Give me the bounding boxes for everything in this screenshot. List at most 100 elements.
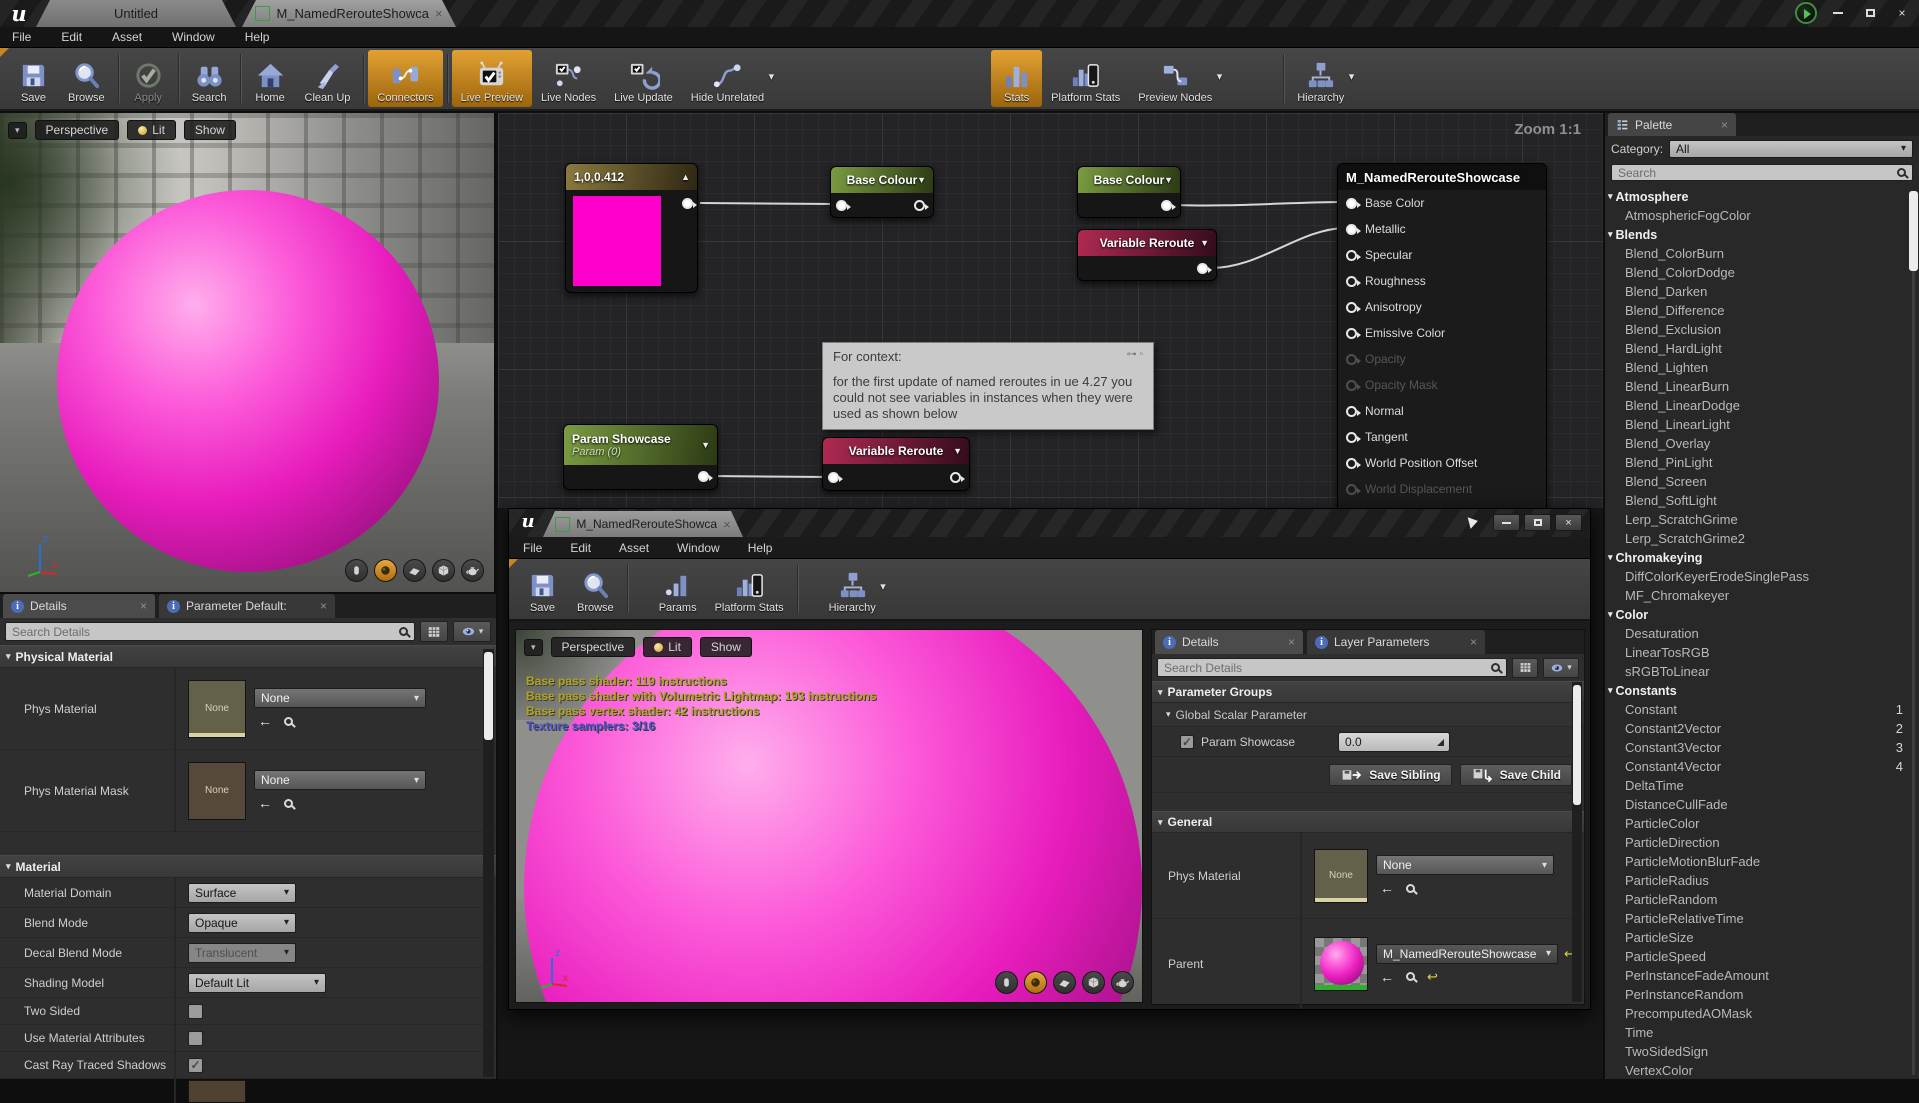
- menu-item[interactable]: Edit: [61, 30, 82, 44]
- input-pin[interactable]: [1346, 250, 1357, 261]
- search-button[interactable]: Search: [183, 50, 236, 107]
- platform-stats-button[interactable]: Platform Stats: [706, 561, 793, 617]
- palette-item[interactable]: Atmosphere: [1605, 187, 1919, 206]
- material-input-pin-row[interactable]: World Displacement: [1338, 476, 1546, 502]
- material-result-node[interactable]: M_NamedRerouteShowcase Base Color Metall…: [1337, 163, 1547, 513]
- shading-model-dropdown[interactable]: Default Lit▾: [188, 973, 326, 993]
- palette-item[interactable]: AtmosphericFogColor: [1605, 206, 1919, 225]
- chevron-down-icon[interactable]: ▾: [769, 70, 775, 83]
- cast-ray-traced-shadows-checkbox[interactable]: ✓: [188, 1058, 203, 1073]
- menu-item[interactable]: Asset: [619, 541, 649, 555]
- palette-item[interactable]: Chromakeying: [1605, 548, 1919, 567]
- tab-layer-parameters[interactable]: i Layer Parameters ×: [1307, 630, 1485, 654]
- palette-item[interactable]: Blend_Overlay: [1605, 434, 1919, 453]
- parent-material-thumbnail[interactable]: [1314, 937, 1368, 991]
- palette-item[interactable]: Blend_LinearLight: [1605, 415, 1919, 434]
- palette-item[interactable]: ParticleRandom: [1605, 890, 1919, 909]
- phys-material-thumbnail[interactable]: None: [1314, 849, 1368, 903]
- param-showcase-node[interactable]: Param Showcase Param (0) ▼: [563, 424, 718, 490]
- palette-item[interactable]: Blend_Screen: [1605, 472, 1919, 491]
- material-input-pin-row[interactable]: Normal: [1338, 398, 1546, 424]
- output-pin[interactable]: [914, 200, 925, 211]
- live-preview-button[interactable]: Live Preview: [452, 50, 532, 107]
- instance-preview-viewport[interactable]: ▾ Perspective Lit Show Base pass shader:…: [515, 629, 1143, 1003]
- palette-item[interactable]: PerInstanceRandom: [1605, 985, 1919, 1004]
- browse-button[interactable]: Browse: [59, 50, 114, 107]
- palette-scrollbar[interactable]: [1912, 191, 1915, 1075]
- section-physical-material[interactable]: ▾ Physical Material: [0, 645, 496, 668]
- input-pin[interactable]: [1346, 458, 1357, 469]
- maximize-button[interactable]: [1524, 514, 1551, 531]
- constant-color-node[interactable]: 1,0,0.412▲: [565, 163, 698, 293]
- collapse-icon[interactable]: ▲: [681, 172, 690, 182]
- palette-scrollbar-thumb[interactable]: [1909, 191, 1918, 271]
- input-pin[interactable]: [828, 472, 839, 483]
- palette-item[interactable]: Blend_ColorDodge: [1605, 263, 1919, 282]
- collapse-icon[interactable]: ▼: [1164, 175, 1173, 185]
- teapot-mesh-button[interactable]: [461, 559, 484, 582]
- tab-close-icon[interactable]: ×: [1470, 635, 1477, 649]
- details-search[interactable]: [1157, 658, 1507, 677]
- use-selected-icon[interactable]: ←: [258, 795, 272, 811]
- use-selected-icon[interactable]: ←: [1380, 969, 1394, 985]
- parent-material-dropdown[interactable]: M_NamedRerouteShowcase▾: [1376, 944, 1558, 964]
- palette-item[interactable]: Blend_ColorBurn: [1605, 244, 1919, 263]
- output-pin[interactable]: [950, 472, 961, 483]
- output-pin[interactable]: [1197, 263, 1208, 274]
- variable-reroute-node-bottom[interactable]: Variable Reroute▼: [822, 437, 970, 491]
- palette-item[interactable]: VertexColor: [1605, 1061, 1919, 1079]
- palette-item[interactable]: ParticleMotionBlurFade: [1605, 852, 1919, 871]
- material-input-pin-row[interactable]: World Position Offset: [1338, 450, 1546, 476]
- two-sided-checkbox[interactable]: [188, 1004, 203, 1019]
- material-preview-viewport[interactable]: ▾ Perspective Lit Show z x: [0, 113, 496, 592]
- view-options-button[interactable]: ▾: [453, 621, 491, 642]
- palette-item[interactable]: ParticleRadius: [1605, 871, 1919, 890]
- close-button[interactable]: ×: [1555, 514, 1582, 531]
- palette-item[interactable]: Constants: [1605, 681, 1919, 700]
- show-button[interactable]: Show: [700, 637, 752, 657]
- material-input-pin-row[interactable]: Tangent: [1338, 424, 1546, 450]
- palette-item[interactable]: TwoSidedSign: [1605, 1042, 1919, 1061]
- palette-item[interactable]: Blend_HardLight: [1605, 339, 1919, 358]
- variable-reroute-node-top[interactable]: Variable Reroute▼: [1077, 229, 1217, 281]
- use-material-attributes-checkbox[interactable]: [188, 1031, 203, 1046]
- section-parameter-groups[interactable]: ▾ Parameter Groups: [1152, 681, 1584, 703]
- home-button[interactable]: Home: [245, 50, 296, 107]
- color-swatch[interactable]: [573, 196, 661, 286]
- use-selected-icon[interactable]: ←: [258, 713, 272, 729]
- live-nodes-button[interactable]: Live Nodes: [532, 50, 605, 107]
- browse-to-asset-icon[interactable]: [284, 799, 293, 808]
- palette-item[interactable]: sRGBToLinear: [1605, 662, 1919, 681]
- material-input-pin-row[interactable]: Opacity Mask: [1338, 372, 1546, 398]
- collapse-icon[interactable]: ▼: [701, 440, 710, 450]
- stats-button[interactable]: Stats: [991, 50, 1042, 107]
- source-control-status-icon[interactable]: [1795, 2, 1817, 24]
- details-scrollbar-thumb[interactable]: [1573, 685, 1581, 805]
- browse-to-asset-icon[interactable]: [284, 717, 293, 726]
- tab-details[interactable]: i Details ×: [1155, 630, 1303, 654]
- palette-item[interactable]: Blend_PinLight: [1605, 453, 1919, 472]
- save-child-button[interactable]: Save Child: [1460, 764, 1572, 786]
- save-sibling-button[interactable]: Save Sibling: [1329, 764, 1451, 786]
- palette-item[interactable]: Blend_SoftLight: [1605, 491, 1919, 510]
- palette-item[interactable]: Blend_Difference: [1605, 301, 1919, 320]
- palette-item[interactable]: Blend_LinearDodge: [1605, 396, 1919, 415]
- material-instance-window[interactable]: u M_NamedRerouteShowca × × FileEditAsset…: [508, 508, 1591, 1010]
- display-filter-button[interactable]: [420, 621, 448, 642]
- phys-material-mask-thumbnail[interactable]: None: [188, 762, 246, 820]
- live-update-button[interactable]: Live Update: [605, 50, 682, 107]
- palette-item[interactable]: PerInstanceFadeAmount: [1605, 966, 1919, 985]
- show-button[interactable]: Show: [184, 120, 236, 140]
- viewport-options-button[interactable]: ▾: [8, 122, 27, 139]
- palette-item[interactable]: ParticleDirection: [1605, 833, 1919, 852]
- input-pin[interactable]: [1346, 406, 1357, 417]
- input-pin[interactable]: [1346, 276, 1357, 287]
- plane-mesh-button[interactable]: [403, 559, 426, 582]
- hide-unrelated-button[interactable]: Hide Unrelated▾: [682, 50, 773, 107]
- params-button[interactable]: Params: [650, 561, 706, 617]
- phys-material-thumbnail[interactable]: None: [188, 680, 246, 738]
- tab-close-icon[interactable]: ×: [1288, 635, 1295, 649]
- menu-item[interactable]: Asset: [112, 30, 142, 44]
- palette-item[interactable]: Color: [1605, 605, 1919, 624]
- subwindow-tab[interactable]: M_NamedRerouteShowca ×: [543, 511, 743, 537]
